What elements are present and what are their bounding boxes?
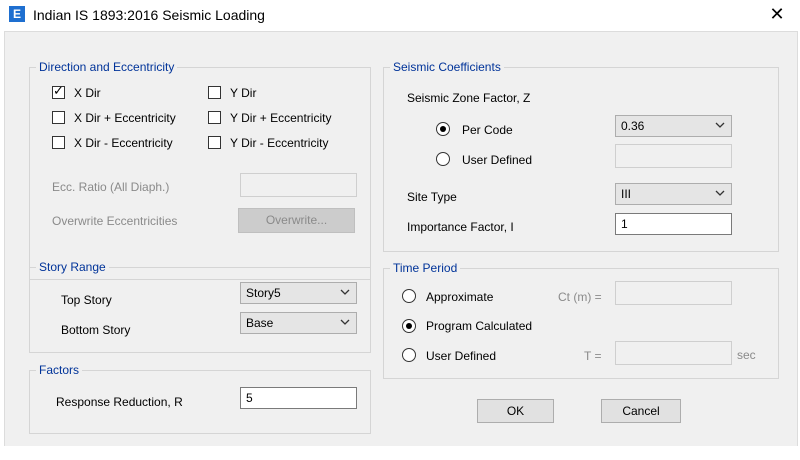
time-user-defined-label: User Defined — [426, 349, 497, 363]
zone-factor-value: 0.36 — [621, 119, 645, 133]
site-type-value: III — [621, 187, 632, 201]
story-range-group-title: Story Range — [36, 260, 109, 274]
story-range-group: Story Range Top Story Story5 Bottom Stor… — [29, 260, 371, 353]
response-reduction-field[interactable]: 5 — [240, 387, 357, 409]
t-field[interactable] — [615, 341, 732, 365]
chevron-down-icon — [340, 319, 350, 325]
y-dir-plus-ecc-label: Y Dir + Eccentricity — [230, 111, 332, 125]
overwrite-eccentricities-label: Overwrite Eccentricities — [52, 214, 178, 228]
dialog-body: Direction and Eccentricity ✓ X Dir X Dir… — [4, 31, 798, 447]
x-dir-label: X Dir — [74, 86, 101, 100]
close-icon[interactable]: ✕ — [754, 0, 800, 31]
y-dir-minus-ecc-checkbox[interactable] — [208, 136, 221, 149]
direction-group-title: Direction and Eccentricity — [36, 60, 178, 74]
site-type-label: Site Type — [407, 190, 457, 204]
response-reduction-label: Response Reduction, R — [56, 395, 183, 409]
ct-label: Ct (m) = — [558, 290, 602, 304]
zone-user-defined-label: User Defined — [462, 153, 533, 167]
x-dir-plus-ecc-label: X Dir + Eccentricity — [74, 111, 176, 125]
x-dir-plus-ecc-checkbox[interactable] — [52, 111, 65, 124]
factors-group: Factors Response Reduction, R 5 — [29, 363, 371, 434]
title-bar: E Indian IS 1893:2016 Seismic Loading ✕ — [0, 0, 800, 31]
zone-factor-select[interactable]: 0.36 — [615, 115, 732, 137]
seismic-zone-factor-label: Seismic Zone Factor, Z — [407, 91, 531, 105]
chevron-down-icon — [340, 289, 350, 295]
app-icon: E — [9, 6, 25, 22]
cancel-button[interactable]: Cancel — [601, 399, 681, 423]
sec-label: sec — [737, 348, 756, 362]
factors-group-title: Factors — [36, 363, 83, 377]
zone-user-defined-radio[interactable] — [436, 152, 450, 166]
program-calculated-radio[interactable] — [402, 319, 416, 333]
radio-selected-dot — [406, 323, 412, 329]
background-strip — [0, 446, 800, 460]
x-dir-minus-ecc-checkbox[interactable] — [52, 136, 65, 149]
ecc-ratio-label: Ecc. Ratio (All Diaph.) — [52, 180, 170, 194]
radio-selected-dot — [440, 126, 446, 132]
ct-field[interactable] — [615, 281, 732, 305]
x-dir-checkbox[interactable]: ✓ — [52, 83, 65, 99]
per-code-radio[interactable] — [436, 122, 450, 136]
time-period-group: Time Period Approximate Ct (m) = Program… — [383, 261, 779, 379]
approximate-radio[interactable] — [402, 289, 416, 303]
seismic-coefficients-group-title: Seismic Coefficients — [390, 60, 504, 74]
top-story-select[interactable]: Story5 — [240, 282, 357, 304]
bottom-story-label: Bottom Story — [61, 323, 131, 337]
checkmark-icon: ✓ — [53, 83, 64, 98]
chevron-down-icon — [715, 190, 725, 196]
per-code-label: Per Code — [462, 123, 513, 137]
ok-button[interactable]: OK — [477, 399, 554, 423]
importance-factor-label: Importance Factor, I — [407, 220, 514, 234]
zone-user-defined-field[interactable] — [615, 144, 732, 168]
y-dir-label: Y Dir — [230, 86, 257, 100]
seismic-coefficients-group: Seismic Coefficients Seismic Zone Factor… — [383, 60, 779, 252]
ecc-ratio-field[interactable] — [240, 173, 357, 197]
x-dir-minus-ecc-label: X Dir - Eccentricity — [74, 136, 173, 150]
y-dir-plus-ecc-checkbox[interactable] — [208, 111, 221, 124]
approximate-label: Approximate — [426, 290, 494, 304]
chevron-down-icon — [715, 122, 725, 128]
window-title: Indian IS 1893:2016 Seismic Loading — [33, 7, 265, 23]
top-story-label: Top Story — [61, 293, 112, 307]
time-period-group-title: Time Period — [390, 261, 461, 275]
y-dir-minus-ecc-label: Y Dir - Eccentricity — [230, 136, 329, 150]
y-dir-checkbox[interactable] — [208, 86, 221, 99]
t-label: T = — [584, 349, 602, 363]
site-type-select[interactable]: III — [615, 183, 732, 205]
program-calculated-label: Program Calculated — [426, 319, 533, 333]
direction-group: Direction and Eccentricity ✓ X Dir X Dir… — [29, 60, 371, 280]
overwrite-button[interactable]: Overwrite... — [238, 208, 355, 233]
bottom-story-value: Base — [246, 316, 274, 330]
time-user-defined-radio[interactable] — [402, 348, 416, 362]
bottom-story-select[interactable]: Base — [240, 312, 357, 334]
importance-factor-field[interactable]: 1 — [615, 213, 732, 235]
top-story-value: Story5 — [246, 286, 281, 300]
